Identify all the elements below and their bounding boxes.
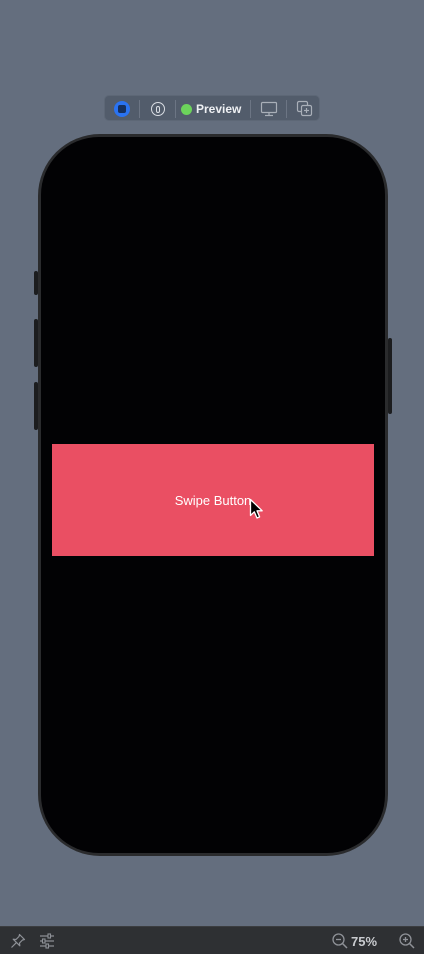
selectable-mode-icon	[151, 102, 165, 116]
selectable-mode-button[interactable]	[147, 99, 169, 119]
toolbar-divider	[286, 100, 287, 118]
device-settings-button[interactable]	[258, 99, 280, 119]
pin-icon[interactable]	[9, 932, 27, 950]
adjust-settings-icon[interactable]	[38, 932, 56, 950]
zoom-level: 75%	[351, 934, 378, 949]
duplicate-preview-icon	[296, 100, 313, 117]
preview-toolbar: Preview	[104, 95, 320, 121]
swipe-button-label: Swipe Button	[174, 492, 252, 508]
toolbar-divider	[175, 100, 176, 118]
swipe-button[interactable]: Swipe Button	[52, 444, 374, 556]
mouse-cursor-icon	[249, 498, 263, 519]
duplicate-preview-button[interactable]	[294, 99, 316, 119]
preview-button[interactable]: Preview	[181, 99, 245, 119]
preview-label: Preview	[196, 102, 242, 116]
phone-power-button	[388, 338, 392, 414]
live-preview-icon	[114, 101, 130, 117]
status-dot-icon	[181, 103, 192, 115]
device-settings-icon	[260, 101, 278, 117]
zoom-in-icon[interactable]	[398, 932, 416, 950]
canvas-bottom-bar: 75%	[0, 926, 424, 954]
toolbar-divider	[139, 100, 140, 118]
phone-screen: Swipe Button	[41, 137, 385, 853]
toolbar-divider	[250, 100, 251, 118]
live-preview-button[interactable]	[111, 99, 133, 119]
zoom-out-icon[interactable]	[331, 932, 349, 950]
